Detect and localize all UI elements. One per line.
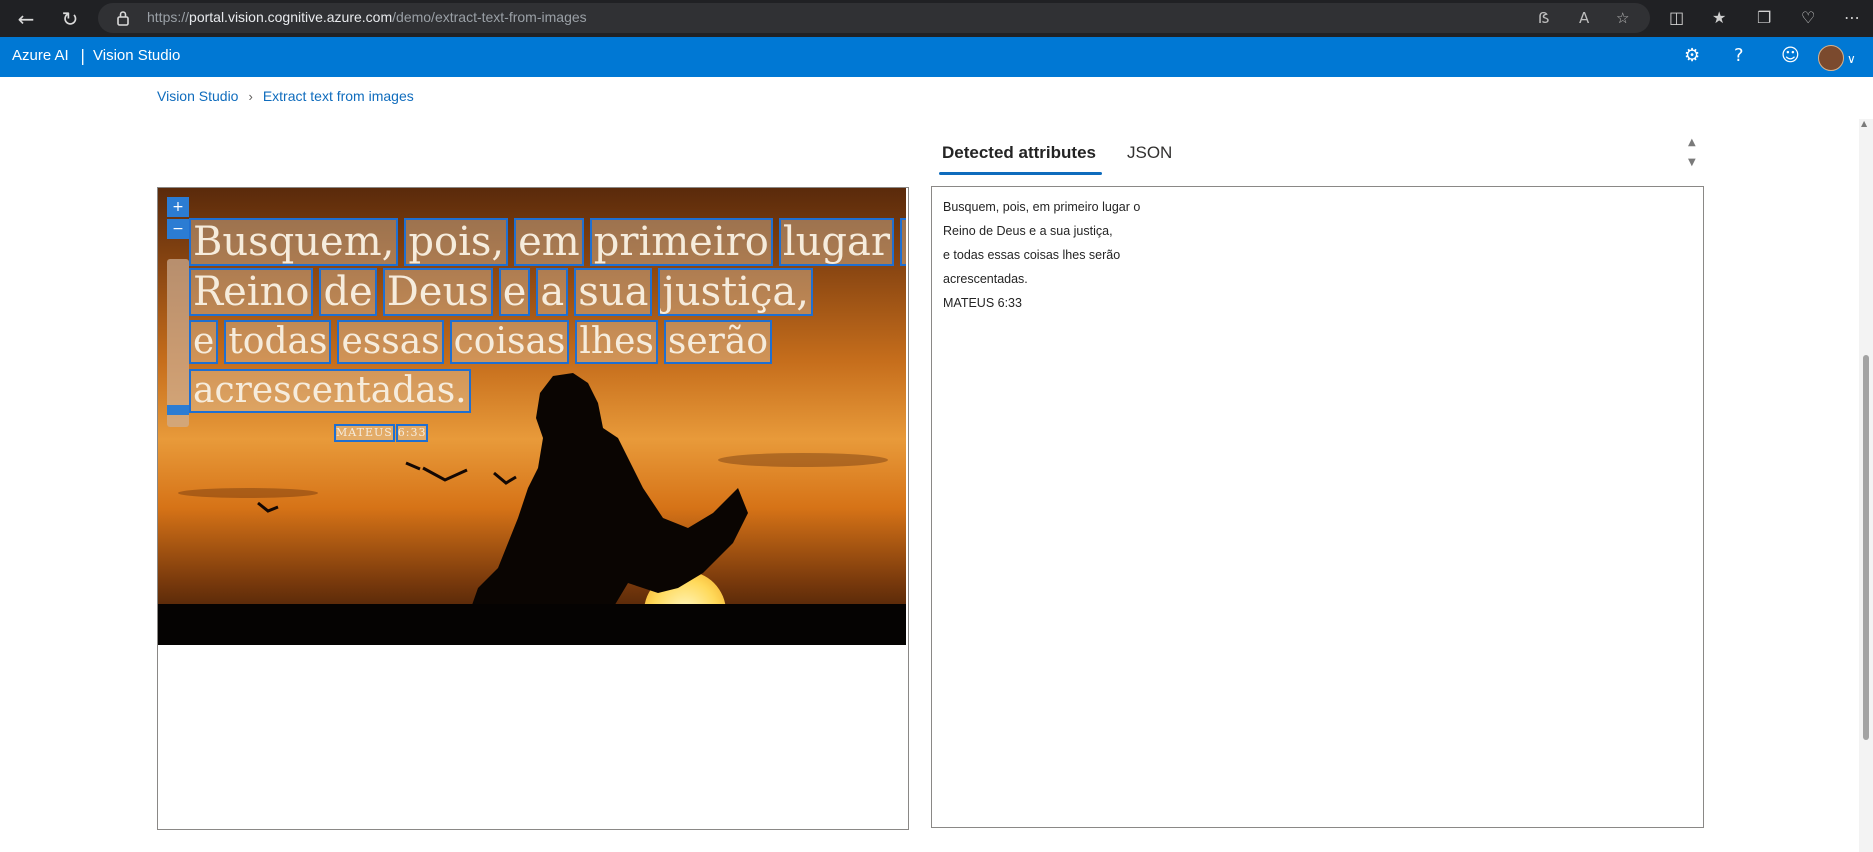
- ocr-word-box[interactable]: lugar: [778, 218, 894, 266]
- ocr-line-5: MATEUS 6:33: [334, 424, 435, 442]
- ocr-word-box[interactable]: MATEUS: [334, 424, 395, 442]
- favorite-star-icon[interactable]: ☆: [1616, 8, 1629, 28]
- lock-icon[interactable]: [116, 10, 130, 26]
- ocr-word-box[interactable]: serão: [663, 320, 773, 364]
- favorites-icon[interactable]: ★: [1712, 8, 1726, 28]
- tab-selected-indicator: [939, 172, 1102, 175]
- feedback-icon[interactable]: ☺: [1781, 46, 1800, 66]
- ocr-word-box[interactable]: primeiro: [589, 218, 773, 266]
- product-name[interactable]: Vision Studio: [93, 47, 180, 64]
- ocr-word-box[interactable]: acrescentadas.: [189, 369, 471, 413]
- zoom-slider-track[interactable]: [167, 259, 189, 427]
- help-icon[interactable]: ?: [1734, 46, 1744, 66]
- breadcrumb-item-extract-text[interactable]: Extract text from images: [263, 88, 414, 104]
- ocr-word-box[interactable]: coisas: [449, 320, 570, 364]
- chevron-right-icon: ›: [248, 89, 253, 104]
- avatar[interactable]: [1818, 45, 1844, 71]
- tab-json[interactable]: JSON: [1127, 143, 1172, 163]
- collections-icon[interactable]: ❐: [1757, 8, 1771, 28]
- page-scrollbar[interactable]: ▲: [1859, 119, 1873, 852]
- read-aloud-icon[interactable]: ẞ: [1538, 8, 1550, 28]
- ocr-word-box[interactable]: pois,: [404, 218, 509, 266]
- uploaded-image: Busquem,pois,emprimeirolugaro ReinodeDeu…: [158, 188, 906, 645]
- ocr-word-box[interactable]: lhes: [575, 320, 658, 364]
- ocr-word-box[interactable]: essas: [337, 320, 444, 364]
- url-text[interactable]: https://portal.vision.cognitive.azure.co…: [147, 9, 587, 25]
- image-viewer: Busquem,pois,emprimeirolugaro ReinodeDeu…: [157, 187, 909, 830]
- brand-name[interactable]: Azure AI: [12, 47, 69, 64]
- ocr-word-box[interactable]: e: [498, 268, 531, 316]
- detected-text-panel: Busquem, pois, em primeiro lugar o Reino…: [931, 186, 1704, 828]
- result-line: Reino de Deus e a sua justiça,: [943, 224, 1113, 238]
- text-size-icon[interactable]: A: [1579, 8, 1589, 28]
- refresh-icon[interactable]: ↻: [55, 4, 85, 34]
- result-line: e todas essas coisas lhes serão: [943, 248, 1121, 262]
- ocr-word-box[interactable]: 6:33: [395, 424, 429, 442]
- breadcrumb-item-vision-studio[interactable]: Vision Studio: [157, 88, 238, 104]
- health-icon[interactable]: ♡: [1801, 8, 1815, 28]
- ocr-line-3: e todas essas coisas lhes serão: [188, 320, 779, 364]
- breadcrumb: Vision Studio › Extract text from images: [157, 88, 414, 104]
- zoom-out-button[interactable]: −: [167, 219, 189, 239]
- more-icon[interactable]: ⋯: [1844, 8, 1860, 28]
- ocr-word-box[interactable]: o: [899, 218, 906, 266]
- ground-shape: [158, 604, 906, 645]
- settings-icon[interactable]: ⚙: [1684, 46, 1700, 66]
- scroll-up-icon[interactable]: ▲: [1688, 133, 1696, 153]
- zoom-in-button[interactable]: +: [167, 197, 189, 217]
- ocr-word-box[interactable]: Reino: [188, 268, 314, 316]
- scroll-up-icon[interactable]: ▲: [1861, 119, 1867, 128]
- zoom-control: + −: [167, 197, 189, 427]
- ocr-word-box[interactable]: sua: [574, 268, 653, 316]
- result-line: MATEUS 6:33: [943, 296, 1022, 310]
- ocr-word-box[interactable]: em: [514, 218, 584, 266]
- ocr-word-box[interactable]: Busquem,: [188, 218, 399, 266]
- scrollbar-thumb[interactable]: [1863, 355, 1869, 740]
- ocr-word-box[interactable]: todas: [224, 320, 332, 364]
- ocr-line-4: acrescentadas.: [189, 369, 478, 413]
- ocr-word-box[interactable]: e: [188, 320, 219, 364]
- scroll-down-icon[interactable]: ▼: [1688, 153, 1696, 173]
- browser-toolbar: ← ↻ https://portal.vision.cognitive.azur…: [0, 0, 1873, 37]
- app-header: Azure AI | Vision Studio ⚙ ? ☺ ∨: [0, 37, 1873, 77]
- ocr-word-box[interactable]: a: [536, 268, 569, 316]
- result-line: acrescentadas.: [943, 272, 1028, 286]
- address-bar[interactable]: https://portal.vision.cognitive.azure.co…: [98, 3, 1650, 33]
- panel-scroll-arrows: ▲ ▼: [1688, 133, 1696, 173]
- tab-detected-attributes[interactable]: Detected attributes: [942, 143, 1096, 163]
- zoom-slider-thumb[interactable]: [167, 405, 189, 415]
- chevron-down-icon[interactable]: ∨: [1847, 49, 1856, 69]
- ocr-word-box[interactable]: justiça,: [658, 268, 813, 316]
- ocr-word-box[interactable]: Deus: [382, 268, 493, 316]
- split-screen-icon[interactable]: ◫: [1669, 8, 1684, 28]
- ocr-line-1: Busquem,pois,emprimeirolugaro: [188, 218, 906, 266]
- ocr-word-box[interactable]: de: [319, 268, 377, 316]
- header-separator: |: [80, 46, 86, 65]
- back-icon[interactable]: ←: [11, 4, 41, 34]
- ocr-line-2: Reino de Deus e a sua justiça,: [188, 268, 820, 316]
- result-line: Busquem, pois, em primeiro lugar o: [943, 200, 1141, 214]
